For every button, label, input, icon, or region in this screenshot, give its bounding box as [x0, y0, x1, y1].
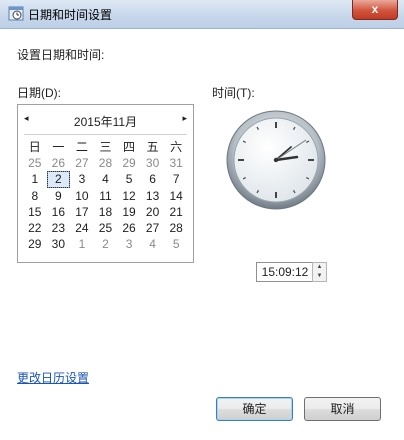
calendar-day[interactable]: 11: [94, 188, 118, 204]
calendar-day[interactable]: 18: [94, 204, 118, 220]
calendar-day[interactable]: 15: [23, 204, 47, 220]
calendar-day[interactable]: 29: [23, 236, 47, 252]
weekday-label: 六: [170, 140, 183, 154]
calendar-day[interactable]: 8: [23, 188, 47, 204]
date-label: 日期(D):: [17, 86, 61, 100]
calendar-week-row: 22 23 24 25 26 27 28: [23, 220, 188, 236]
calendar-day[interactable]: 14: [164, 188, 188, 204]
calendar-day[interactable]: 25: [23, 155, 47, 171]
weekday-label: 日: [28, 140, 41, 154]
calendar-day[interactable]: 12: [117, 188, 141, 204]
calendar-grid: 日 一 二 三 四 五 六 25 26 27 28 29 30 31 1 2 3: [23, 139, 188, 252]
calendar-week-row: 15 16 17 18 19 20 21: [23, 204, 188, 220]
close-button[interactable]: x: [352, 0, 398, 20]
date-time-settings-window: 日期和时间设置 x 设置日期和时间: 日期(D): 时间(T): ◂ 2015年…: [0, 0, 404, 440]
calendar-day[interactable]: 26: [117, 220, 141, 236]
calendar-day[interactable]: 23: [47, 220, 71, 236]
calendar-day[interactable]: 1: [23, 171, 47, 187]
calendar-day[interactable]: 19: [117, 204, 141, 220]
calendar-day[interactable]: 20: [141, 204, 165, 220]
calendar-day[interactable]: 25: [94, 220, 118, 236]
calendar-day[interactable]: 6: [141, 171, 165, 187]
calendar-week-row: 29 30 1 2 3 4 5: [23, 236, 188, 252]
calendar-day[interactable]: 5: [164, 236, 188, 252]
calendar-day[interactable]: 30: [141, 155, 165, 171]
calendar-day[interactable]: 4: [141, 236, 165, 252]
calendar-day[interactable]: 9: [47, 188, 71, 204]
cancel-button[interactable]: 取消: [304, 397, 381, 421]
calendar-day[interactable]: 28: [94, 155, 118, 171]
calendar-day[interactable]: 28: [164, 220, 188, 236]
calendar-week-row: 1 2 3 4 5 6 7: [23, 171, 188, 188]
analog-clock: [226, 110, 326, 210]
next-month-icon[interactable]: ▸: [182, 113, 187, 124]
spin-down-icon[interactable]: ▼: [313, 272, 326, 281]
weekday-label: 四: [123, 140, 136, 154]
calendar-day[interactable]: 26: [47, 155, 71, 171]
calendar-week-row: 25 26 27 28 29 30 31: [23, 155, 188, 171]
calendar-day[interactable]: 2: [94, 236, 118, 252]
time-spinner[interactable]: ▲ ▼: [312, 262, 327, 282]
calendar-day[interactable]: 29: [117, 155, 141, 171]
calendar-day[interactable]: 30: [47, 236, 71, 252]
title-bar: 日期和时间设置 x: [0, 0, 404, 29]
calendar-day[interactable]: 7: [164, 171, 188, 187]
spin-up-icon[interactable]: ▲: [313, 263, 326, 272]
calendar-day[interactable]: 27: [70, 155, 94, 171]
clock-app-icon: [8, 6, 24, 21]
calendar-day[interactable]: 5: [117, 171, 141, 187]
dialog-heading: 设置日期和时间:: [17, 48, 105, 62]
calendar-month-title[interactable]: 2015年11月: [18, 113, 193, 130]
calendar-day[interactable]: 3: [117, 236, 141, 252]
calendar-day[interactable]: 4: [94, 171, 118, 187]
calendar-divider: [24, 134, 187, 135]
calendar-week-row: 8 9 10 11 12 13 14: [23, 188, 188, 204]
ok-button[interactable]: 确定: [216, 397, 293, 421]
time-label: 时间(T):: [212, 86, 255, 100]
calendar-day[interactable]: 21: [164, 204, 188, 220]
calendar-day[interactable]: 1: [70, 236, 94, 252]
calendar: ◂ 2015年11月 ▸ 日 一 二 三 四 五 六 25 26 27 28 2…: [17, 104, 194, 263]
calendar-day[interactable]: 3: [70, 171, 94, 187]
weekday-label: 三: [99, 140, 112, 154]
close-icon: x: [371, 2, 379, 16]
calendar-day-selected[interactable]: 2: [46, 171, 71, 188]
calendar-day[interactable]: 16: [47, 204, 71, 220]
calendar-day[interactable]: 24: [70, 220, 94, 236]
calendar-day[interactable]: 17: [70, 204, 94, 220]
calendar-day[interactable]: 31: [164, 155, 188, 171]
weekday-header-row: 日 一 二 三 四 五 六: [23, 139, 188, 155]
calendar-day[interactable]: 10: [70, 188, 94, 204]
weekday-label: 五: [146, 140, 159, 154]
weekday-label: 一: [52, 140, 65, 154]
window-title: 日期和时间设置: [28, 8, 113, 22]
calendar-day[interactable]: 13: [141, 188, 165, 204]
change-calendar-settings-link[interactable]: 更改日历设置: [17, 369, 89, 386]
calendar-day[interactable]: 27: [141, 220, 165, 236]
weekday-label: 二: [75, 140, 88, 154]
calendar-day[interactable]: 22: [23, 220, 47, 236]
time-input[interactable]: 15:09:12: [256, 262, 314, 282]
